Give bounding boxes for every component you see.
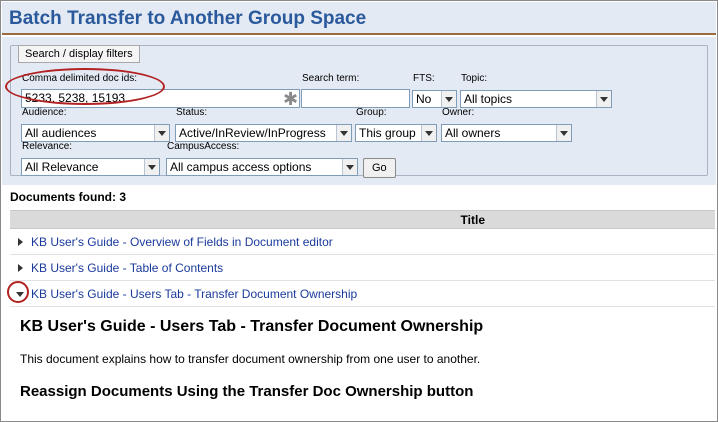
documents-found-count: Documents found: 3 xyxy=(10,190,126,204)
chevron-down-icon xyxy=(154,125,169,141)
result-link[interactable]: KB User's Guide - Table of Contents xyxy=(31,261,223,275)
group-label: Group: xyxy=(356,107,387,118)
result-row[interactable]: KB User's Guide - Overview of Fields in … xyxy=(10,229,715,255)
audience-select[interactable]: All audiences xyxy=(21,124,170,142)
chevron-down-icon xyxy=(336,125,351,141)
result-link[interactable]: KB User's Guide - Users Tab - Transfer D… xyxy=(31,287,357,301)
go-button[interactable]: Go xyxy=(363,158,396,178)
topic-label: Topic: xyxy=(461,73,488,84)
window-frame: Batch Transfer to Another Group Space Se… xyxy=(0,0,718,422)
document-subheading: Reassign Documents Using the Transfer Do… xyxy=(20,383,474,400)
status-select[interactable]: Active/InReview/InProgress xyxy=(175,124,352,142)
relevance-select[interactable]: All Relevance xyxy=(21,158,160,176)
search-term-label: Search term: xyxy=(302,73,360,84)
result-link[interactable]: KB User's Guide - Overview of Fields in … xyxy=(31,235,333,249)
filters-fieldset: Search / display filters Comma delimited… xyxy=(10,45,708,178)
owner-label: Owner: xyxy=(442,107,475,118)
status-label: Status: xyxy=(176,107,208,118)
annotation-oval-expand xyxy=(7,281,29,303)
page-title: Batch Transfer to Another Group Space xyxy=(9,8,367,29)
document-title: KB User's Guide - Users Tab - Transfer D… xyxy=(20,318,484,335)
triangle-right-icon[interactable] xyxy=(18,238,23,246)
relevance-label: Relevance: xyxy=(22,141,73,152)
status-value: Active/InReview/InProgress xyxy=(179,126,326,140)
topic-select[interactable]: All topics xyxy=(460,90,612,108)
document-description: This document explains how to transfer d… xyxy=(20,352,481,366)
page-header: Batch Transfer to Another Group Space xyxy=(2,2,716,35)
relevance-value: All Relevance xyxy=(25,160,99,174)
triangle-right-icon[interactable] xyxy=(18,264,23,272)
owner-value: All owners xyxy=(445,126,501,140)
asterisk-icon: ✱ xyxy=(283,89,299,109)
chevron-down-icon xyxy=(342,159,357,175)
topic-value: All topics xyxy=(464,92,513,106)
chevron-down-icon xyxy=(441,91,456,107)
fts-label: FTS: xyxy=(413,73,435,84)
results-column-header[interactable]: Title xyxy=(10,210,715,229)
result-row[interactable]: KB User's Guide - Users Tab - Transfer D… xyxy=(10,281,715,307)
filters-panel: Search / display filters Comma delimited… xyxy=(2,37,716,185)
campus-access-select[interactable]: All campus access options xyxy=(166,158,358,176)
campus-access-value: All campus access options xyxy=(170,160,312,174)
column-title: Title xyxy=(460,213,485,227)
search-term-input[interactable] xyxy=(301,89,410,108)
annotation-oval-doc-ids xyxy=(5,68,165,105)
filters-legend: Search / display filters xyxy=(18,45,140,63)
chevron-down-icon xyxy=(421,125,436,141)
owner-select[interactable]: All owners xyxy=(441,124,572,142)
audience-label: Audience: xyxy=(22,107,67,118)
group-select[interactable]: This group xyxy=(355,124,437,142)
campus-access-label: CampusAccess: xyxy=(167,141,240,152)
chevron-down-icon xyxy=(556,125,571,141)
chevron-down-icon xyxy=(596,91,611,107)
fts-select[interactable]: No xyxy=(412,90,457,108)
audience-value: All audiences xyxy=(25,126,97,140)
result-row[interactable]: KB User's Guide - Table of Contents xyxy=(10,255,715,281)
chevron-down-icon xyxy=(144,159,159,175)
